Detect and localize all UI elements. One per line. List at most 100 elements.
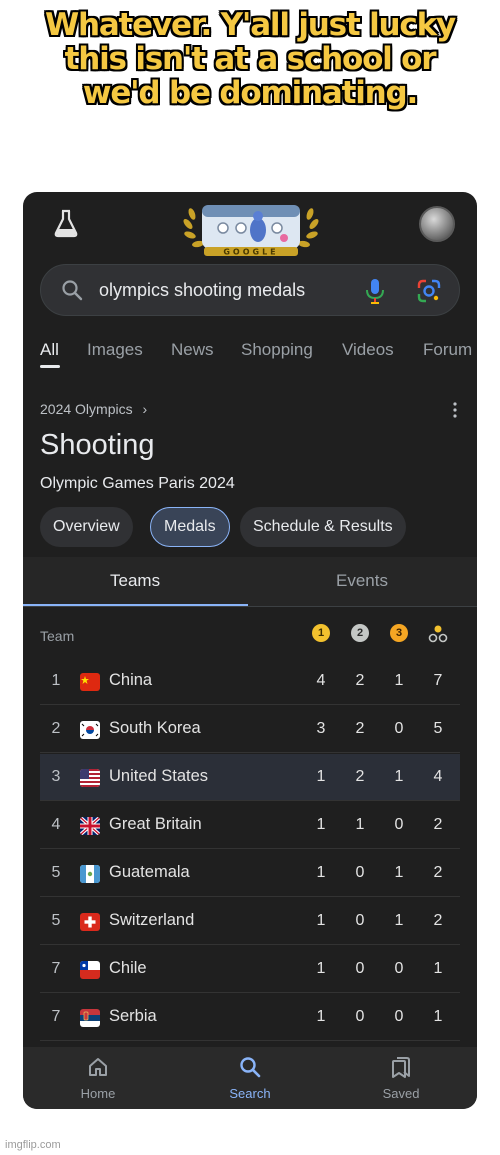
table-row-great-britain[interactable]: 4 Great Britain 1 1 0 2 [40,802,460,849]
google-lens-icon[interactable] [416,278,442,304]
chip-overview[interactable]: Overview [40,507,133,547]
bronze-count: 1 [394,672,404,689]
tab-shopping[interactable]: Shopping [241,340,313,360]
nav-home[interactable]: Home [48,1047,148,1109]
bronze-count: 1 [394,768,404,785]
gold-count: 1 [316,912,326,929]
silver-count: 0 [355,1008,365,1025]
nav-search-label: Search [229,1086,271,1101]
nav-search[interactable]: Search [200,1047,300,1109]
table-row-guatemala[interactable]: 5 Guatemala 1 0 1 2 [40,850,460,897]
table-row-south-korea[interactable]: 2 South Korea 3 2 0 5 [40,706,460,753]
tab-forums[interactable]: Forum [423,340,472,360]
tab-all[interactable]: All [40,340,59,360]
table-row-chile[interactable]: 7 Chile 1 0 0 1 [40,946,460,993]
subtab-teams[interactable]: Teams [110,571,160,591]
more-vert-icon[interactable] [453,402,457,418]
caption-line-1: Whatever. Y'all just lucky [44,7,456,43]
gold-count: 1 [316,816,326,833]
silver-medal-icon: 2 [351,624,369,642]
chip-schedule-results[interactable]: Schedule & Results [240,507,406,547]
total-count: 2 [433,912,443,929]
doodle-text: GOOGLE [223,248,278,257]
caption-line-3: we'd be dominating. [82,75,418,111]
google-doodle[interactable]: GOOGLE [178,200,324,258]
mic-icon[interactable] [364,277,386,305]
team-name: Guatemala [109,863,190,881]
search-bar[interactable]: olympics shooting medals [40,264,460,316]
team-name: Serbia [109,1007,157,1025]
chip-medals[interactable]: Medals [150,507,230,547]
gold-count: 3 [316,720,326,737]
switzerland-flag-icon [80,913,100,931]
labs-flask-icon[interactable] [53,208,79,238]
team-column-header: Team [40,628,75,644]
chile-flag-icon [80,961,100,979]
gold-count: 1 [316,768,326,785]
breadcrumb-label: 2024 Olympics [40,401,133,417]
table-header: Team 1 2 3 [40,622,460,652]
tab-images[interactable]: Images [87,340,143,360]
tab-news[interactable]: News [171,340,214,360]
great-britain-flag-icon [80,817,100,835]
united-states-flag-icon [80,769,100,787]
total-count: 4 [433,768,443,785]
team-name: Great Britain [109,815,202,833]
rank: 5 [51,864,61,881]
rank: 7 [51,960,61,977]
china-flag-icon [80,673,100,691]
top-bar: GOOGLE [23,192,477,258]
team-name: South Korea [109,719,201,737]
active-tab-underline [40,365,60,368]
breadcrumb[interactable]: 2024 Olympics › [40,401,147,417]
silver-count: 2 [355,720,365,737]
chevron-right-icon: › [142,401,148,417]
table-row-china[interactable]: 1 China 4 2 1 7 [40,658,460,705]
profile-avatar[interactable] [419,206,455,242]
bronze-count: 1 [394,864,404,881]
search-icon [240,1057,261,1078]
gold-count: 1 [316,1008,326,1025]
total-count: 1 [433,1008,443,1025]
total-count: 5 [433,720,443,737]
home-icon [89,1058,107,1076]
silver-count: 1 [355,816,365,833]
table-row-united-states[interactable]: 3 United States 1 2 1 4 [40,754,460,801]
guatemala-flag-icon [80,865,100,883]
serbia-flag-icon [80,1009,100,1027]
rank: 4 [51,816,61,833]
gold-count: 4 [316,672,326,689]
gold-count: 1 [316,960,326,977]
bronze-medal-icon: 3 [390,624,408,642]
bronze-count: 0 [394,720,404,737]
tab-videos[interactable]: Videos [342,340,394,360]
meme-caption: Whatever. Y'all just lucky this isn't at… [0,8,500,110]
search-input[interactable]: olympics shooting medals [99,280,305,301]
silver-count: 2 [355,768,365,785]
silver-count: 0 [355,912,365,929]
table-row-switzerland[interactable]: 5 Switzerland 1 0 1 2 [40,898,460,945]
team-name: Switzerland [109,911,195,929]
team-name: Chile [109,959,147,977]
bronze-count: 0 [394,1008,404,1025]
rank: 1 [51,672,61,689]
south-korea-flag-icon [80,721,100,739]
bronze-count: 1 [394,912,404,929]
active-subtab-underline [23,604,248,606]
silver-count: 0 [355,960,365,977]
rank: 2 [51,720,61,737]
results-subtabs: Teams Events [23,557,477,607]
team-name: China [109,671,153,689]
table-row-serbia[interactable]: 7 Serbia 1 0 0 1 [40,994,460,1041]
nav-saved[interactable]: Saved [351,1047,451,1109]
subtab-events[interactable]: Events [336,571,388,591]
caption-line-2: this isn't at a school or [64,41,437,77]
silver-count: 0 [355,864,365,881]
silver-count: 2 [355,672,365,689]
search-icon [62,280,83,301]
page-title: Shooting [40,429,155,461]
phone-screen: GOOGLE olympics shooting medals All Imag… [23,192,477,1109]
total-count: 2 [433,816,443,833]
nav-saved-label: Saved [382,1086,420,1101]
team-name: United States [109,767,209,785]
